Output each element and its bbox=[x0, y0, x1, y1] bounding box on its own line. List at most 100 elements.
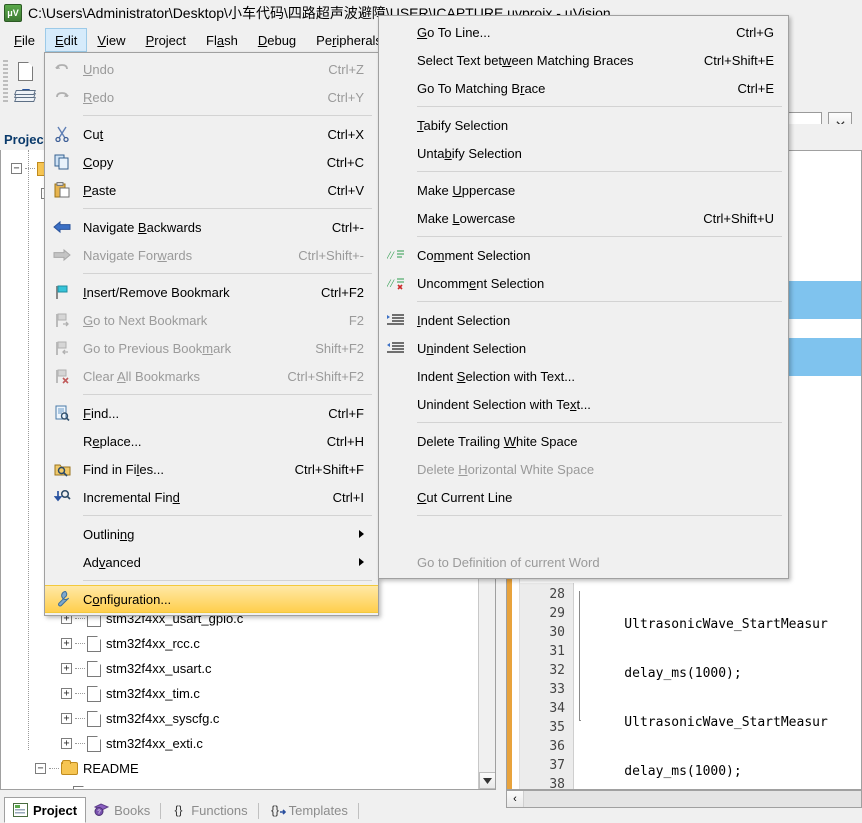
submenu-arrow-icon bbox=[359, 530, 364, 538]
tab-separator bbox=[357, 803, 359, 819]
submenu-item-make-lowercase[interactable]: Make Lowercase Ctrl+Shift+U bbox=[379, 204, 788, 232]
submenu-item-make-uppercase[interactable]: Make Uppercase bbox=[379, 176, 788, 204]
menu-item-replace[interactable]: Replace... Ctrl+H bbox=[45, 427, 378, 455]
submenu-item-indent-with-text[interactable]: Indent Selection with Text... bbox=[379, 362, 788, 390]
paste-icon bbox=[52, 180, 72, 200]
tab-books[interactable]: ? Books bbox=[86, 797, 158, 823]
menu-item-insert-remove-bookmark[interactable]: Insert/Remove Bookmark Ctrl+F2 bbox=[45, 278, 378, 306]
code-line: delay_ms(1000); bbox=[593, 764, 742, 779]
folder-icon bbox=[61, 760, 78, 775]
menu-item-configuration[interactable]: Configuration... bbox=[45, 585, 378, 613]
menu-item-label: Make Lowercase bbox=[417, 210, 516, 226]
menubar-item-project[interactable]: Project bbox=[136, 28, 196, 52]
submenu-item-indent-selection[interactable]: Indent Selection bbox=[379, 306, 788, 334]
tree-item-1[interactable]: + stm32f4xx_rcc.c bbox=[61, 631, 491, 656]
scroll-left-button[interactable]: ‹ bbox=[507, 791, 524, 807]
submenu-item-untabify-selection[interactable]: Untabify Selection bbox=[379, 139, 788, 167]
menu-item-label: Navigate Backwards bbox=[83, 219, 202, 235]
submenu-item-cut-current-line[interactable]: Cut Current Line bbox=[379, 483, 788, 511]
menu-item-advanced[interactable]: Advanced bbox=[45, 548, 378, 576]
submenu-item-go-to-matching-brace[interactable]: Go To Matching Brace Ctrl+E bbox=[379, 74, 788, 102]
tree-dots bbox=[75, 718, 85, 719]
menu-item-cut[interactable]: Cut Ctrl+X bbox=[45, 120, 378, 148]
delete-horizontal-space-icon bbox=[386, 459, 406, 479]
menu-item-redo[interactable]: Redo Ctrl+Y bbox=[45, 83, 378, 111]
submenu-item-select-between-braces[interactable]: Select Text between Matching Braces Ctrl… bbox=[379, 46, 788, 74]
menu-item-label: Go To Line... bbox=[417, 24, 491, 40]
undo-icon bbox=[52, 59, 72, 79]
menu-item-find[interactable]: Find... Ctrl+F bbox=[45, 399, 378, 427]
tree-expander[interactable]: + bbox=[61, 713, 72, 724]
tree-expander-root[interactable]: − bbox=[11, 163, 22, 174]
tree-expander[interactable]: + bbox=[61, 688, 72, 699]
go-to-definition-icon bbox=[386, 524, 406, 544]
menubar-item-view[interactable]: View bbox=[87, 28, 135, 52]
submenu-item-unindent-with-text[interactable]: Unindent Selection with Text... bbox=[379, 390, 788, 418]
submenu-item-tabify-selection[interactable]: Tabify Selection bbox=[379, 111, 788, 139]
batch-build-button[interactable] bbox=[10, 86, 40, 112]
tree-item-2[interactable]: + stm32f4xx_usart.c bbox=[61, 656, 491, 681]
menu-item-undo[interactable]: Undo Ctrl+Z bbox=[45, 55, 378, 83]
code-line: UltrasonicWave_StartMeasur bbox=[593, 617, 828, 632]
menu-item-copy[interactable]: Copy Ctrl+C bbox=[45, 148, 378, 176]
menu-item-previous-bookmark[interactable]: Go to Previous Bookmark Shift+F2 bbox=[45, 334, 378, 362]
submenu-item-go-to-reference[interactable]: Go to Definition of current Word bbox=[379, 548, 788, 576]
submenu-item-unindent-selection[interactable]: Unindent Selection bbox=[379, 334, 788, 362]
tree-item-label: stm32f4xx_tim.c bbox=[106, 686, 200, 701]
scroll-down-button[interactable] bbox=[479, 772, 495, 789]
menu-item-label: Make Uppercase bbox=[417, 182, 516, 198]
menu-item-label: Find in Files... bbox=[83, 461, 164, 477]
tree-item-6[interactable]: − README bbox=[35, 756, 491, 781]
svg-text://: // bbox=[387, 276, 395, 290]
bottom-tab-bar: Project ? Books {} Functions {} Template… bbox=[0, 792, 500, 823]
tree-item-5[interactable]: + stm32f4xx_exti.c bbox=[61, 731, 491, 756]
submenu-arrow-icon bbox=[359, 558, 364, 566]
select-braces-icon bbox=[386, 50, 406, 70]
menubar-item-debug[interactable]: Debug bbox=[248, 28, 306, 52]
menu-item-label: Go to Definition of current Word bbox=[417, 554, 600, 570]
editor-code-area[interactable]: UltrasonicWave_StartMeasur delay_ms(1000… bbox=[593, 585, 828, 789]
menu-separator bbox=[83, 115, 372, 116]
tab-templates[interactable]: {} Templates bbox=[261, 797, 356, 823]
editor-horizontal-scrollbar[interactable]: ‹ bbox=[506, 790, 862, 808]
tab-project[interactable]: Project bbox=[4, 797, 87, 823]
menu-item-find-in-files[interactable]: Find in Files... Ctrl+Shift+F bbox=[45, 455, 378, 483]
menu-item-clear-all-bookmarks[interactable]: Clear All Bookmarks Ctrl+Shift+F2 bbox=[45, 362, 378, 390]
tree-expander[interactable]: + bbox=[61, 663, 72, 674]
menu-item-incremental-find[interactable]: Incremental Find Ctrl+I bbox=[45, 483, 378, 511]
uvision-window: μV C:\Users\Administrator\Desktop\小车代码\四… bbox=[0, 0, 862, 823]
tree-item-3[interactable]: + stm32f4xx_tim.c bbox=[61, 681, 491, 706]
menubar-item-file[interactable]: File bbox=[4, 28, 45, 52]
tree-expander[interactable]: + bbox=[61, 738, 72, 749]
menu-item-next-bookmark[interactable]: Go to Next Bookmark F2 bbox=[45, 306, 378, 334]
tree-expander[interactable]: − bbox=[35, 763, 46, 774]
menu-item-navigate-forwards[interactable]: Navigate Forwards Ctrl+Shift+- bbox=[45, 241, 378, 269]
fold-bracket[interactable] bbox=[579, 591, 581, 721]
submenu-item-uncomment-selection[interactable]: // Uncomment Selection bbox=[379, 269, 788, 297]
menubar-item-flash[interactable]: Fl a sh bbox=[196, 28, 248, 52]
submenu-item-comment-selection[interactable]: // Comment Selection bbox=[379, 241, 788, 269]
tree-file-list: + stm32f4xx_usart_gpio.c + stm32f4xx_rcc… bbox=[35, 606, 491, 789]
tree-expander[interactable]: + bbox=[61, 638, 72, 649]
menu-item-paste[interactable]: Paste Ctrl+V bbox=[45, 176, 378, 204]
submenu-item-go-to-line[interactable]: Go To Line... Ctrl+G bbox=[379, 18, 788, 46]
tree-guide-line bbox=[28, 150, 29, 750]
tree-item-label: stm32f4xx_rcc.c bbox=[106, 636, 200, 651]
menu-item-outlining[interactable]: Outlining bbox=[45, 520, 378, 548]
new-file-button[interactable] bbox=[10, 58, 40, 84]
menu-item-navigate-backwards[interactable]: Navigate Backwards Ctrl+- bbox=[45, 213, 378, 241]
tree-item-4[interactable]: + stm32f4xx_syscfg.c bbox=[61, 706, 491, 731]
menu-separator bbox=[417, 236, 782, 237]
file-icon bbox=[73, 785, 87, 789]
hscroll-track[interactable] bbox=[524, 791, 861, 807]
tab-functions[interactable]: {} Functions bbox=[163, 797, 255, 823]
line-number-gutter: 28 29 30 31 32 33 34 35 36 37 38 39 bbox=[520, 583, 574, 789]
menu-item-label: Find... bbox=[83, 405, 120, 421]
menubar-item-edit[interactable]: Edit bbox=[44, 28, 88, 52]
submenu-item-delete-trailing-white-space[interactable]: Delete Trailing White Space bbox=[379, 427, 788, 455]
uppercase-icon bbox=[386, 180, 406, 200]
submenu-item-go-to-definition[interactable] bbox=[379, 520, 788, 548]
toolbar-grip[interactable] bbox=[3, 60, 8, 104]
menu-item-accel: Ctrl+Shift+U bbox=[703, 210, 774, 226]
submenu-item-delete-horizontal-white-space[interactable]: Delete Horizontal White Space bbox=[379, 455, 788, 483]
